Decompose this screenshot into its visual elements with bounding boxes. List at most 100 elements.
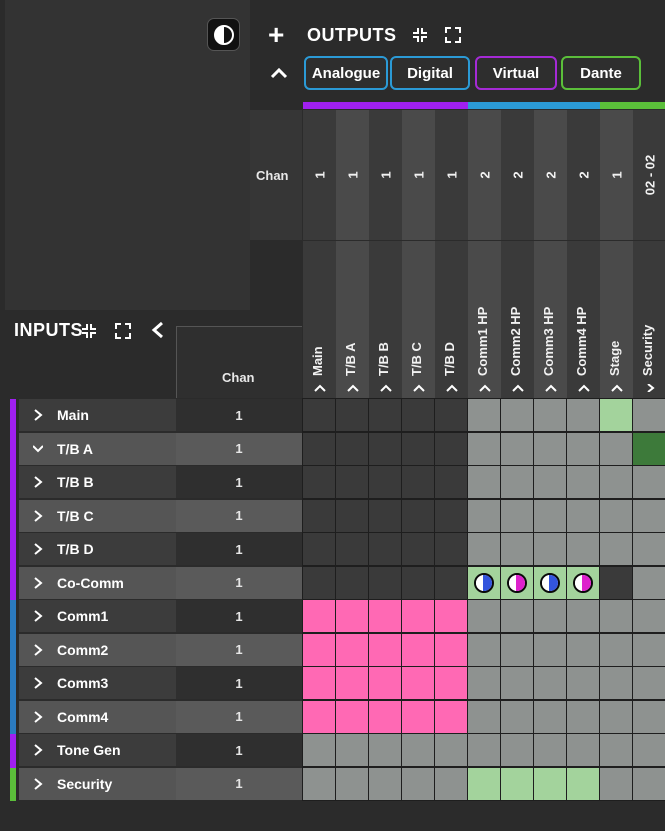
chevron-right-icon[interactable]: [33, 543, 43, 555]
crosspoint-cell[interactable]: [336, 667, 368, 699]
crosspoint-cell[interactable]: [567, 633, 599, 666]
chevron-left-icon[interactable]: [148, 319, 168, 341]
crosspoint-cell[interactable]: [435, 566, 467, 599]
crosspoint-cell[interactable]: [336, 533, 368, 565]
crosspoint-cell[interactable]: [402, 533, 434, 565]
crosspoint-cell[interactable]: [435, 633, 467, 666]
crosspoint-cell[interactable]: [534, 600, 566, 632]
input-row-name[interactable]: T/B D: [19, 533, 176, 565]
crosspoint-cell[interactable]: [501, 667, 533, 699]
crosspoint-cell[interactable]: [567, 767, 599, 800]
crosspoint-cell[interactable]: [501, 600, 533, 632]
crosspoint-cell[interactable]: [501, 734, 533, 766]
crosspoint-cell[interactable]: [534, 499, 566, 532]
crosspoint-cell[interactable]: [567, 466, 599, 498]
crosspoint-cell[interactable]: [303, 533, 335, 565]
crosspoint-cell[interactable]: [468, 734, 500, 766]
crosspoint-cell[interactable]: [468, 499, 500, 532]
crosspoint-cell[interactable]: [336, 399, 368, 431]
crosspoint-cell[interactable]: [600, 600, 632, 632]
crosspoint-cell[interactable]: [633, 499, 665, 532]
crosspoint-cell[interactable]: [402, 399, 434, 431]
crosspoint-cell[interactable]: [567, 667, 599, 699]
tab-dante[interactable]: Dante: [561, 56, 641, 90]
crosspoint-cell[interactable]: [303, 767, 335, 800]
crosspoint-cell[interactable]: [501, 466, 533, 498]
crosspoint-cell[interactable]: [633, 600, 665, 632]
crosspoint-cell[interactable]: [402, 667, 434, 699]
crosspoint-cell[interactable]: [435, 499, 467, 532]
chevron-up-icon[interactable]: [445, 384, 458, 392]
crosspoint-cell[interactable]: [402, 600, 434, 632]
chevron-up-icon[interactable]: [313, 384, 326, 392]
chevron-right-icon[interactable]: [33, 677, 43, 689]
crosspoint-cell[interactable]: [501, 566, 533, 599]
crosspoint-cell[interactable]: [600, 566, 632, 599]
crosspoint-cell[interactable]: [336, 600, 368, 632]
crosspoint-cell[interactable]: [633, 566, 665, 599]
crosspoint-cell[interactable]: [435, 533, 467, 565]
crosspoint-cell[interactable]: [369, 600, 401, 632]
chevron-right-icon[interactable]: [33, 643, 43, 656]
crosspoint-cell[interactable]: [567, 533, 599, 565]
crosspoint-cell[interactable]: [336, 466, 368, 498]
input-row-name[interactable]: Tone Gen: [19, 734, 176, 766]
crosspoint-cell[interactable]: [633, 633, 665, 666]
crosspoint-cell[interactable]: [435, 700, 467, 733]
crosspoint-cell[interactable]: [600, 734, 632, 766]
crosspoint-cell[interactable]: [336, 499, 368, 532]
output-column-header[interactable]: Main: [303, 241, 336, 398]
shrink-icon[interactable]: [80, 322, 98, 340]
crosspoint-cell[interactable]: [303, 499, 335, 532]
chevron-right-icon[interactable]: [33, 610, 43, 622]
crosspoint-cell[interactable]: [435, 399, 467, 431]
output-column-header[interactable]: Comm2 HP: [501, 241, 534, 398]
crosspoint-cell[interactable]: [633, 700, 665, 733]
tab-analogue[interactable]: Analogue: [304, 56, 388, 90]
chevron-right-icon[interactable]: [33, 509, 43, 522]
crosspoint-cell[interactable]: [600, 432, 632, 465]
crosspoint-cell[interactable]: [369, 566, 401, 599]
crosspoint-cell[interactable]: [336, 566, 368, 599]
crosspoint-cell[interactable]: [468, 466, 500, 498]
crosspoint-cell[interactable]: [633, 533, 665, 565]
expand-icon[interactable]: [114, 322, 132, 340]
crosspoint-cell[interactable]: [402, 734, 434, 766]
crosspoint-cell[interactable]: [501, 700, 533, 733]
chevron-right-icon[interactable]: [33, 777, 43, 790]
crosspoint-cell[interactable]: [336, 734, 368, 766]
crosspoint-cell[interactable]: [303, 600, 335, 632]
crosspoint-cell[interactable]: [468, 432, 500, 465]
crosspoint-cell[interactable]: [303, 667, 335, 699]
chevron-up-icon[interactable]: [478, 384, 491, 392]
output-column-header[interactable]: T/B A: [336, 241, 369, 398]
crosspoint-cell[interactable]: [435, 600, 467, 632]
crosspoint-cell[interactable]: [600, 533, 632, 565]
expand-icon[interactable]: [444, 26, 462, 44]
crosspoint-cell[interactable]: [402, 566, 434, 599]
crosspoint-cell[interactable]: [303, 466, 335, 498]
output-column-header[interactable]: Comm4 HP: [567, 241, 600, 398]
input-row-name[interactable]: T/B A: [19, 432, 176, 465]
crosspoint-cell[interactable]: [567, 600, 599, 632]
chevron-right-icon[interactable]: [644, 384, 656, 392]
input-row-name[interactable]: Comm1: [19, 600, 176, 632]
crosspoint-cell[interactable]: [600, 700, 632, 733]
crosspoint-cell[interactable]: [567, 566, 599, 599]
output-column-header[interactable]: Security: [633, 241, 665, 398]
output-column-header[interactable]: Comm3 HP: [534, 241, 567, 398]
crosspoint-cell[interactable]: [402, 767, 434, 800]
chevron-right-icon[interactable]: [33, 409, 43, 421]
chevron-up-icon[interactable]: [379, 384, 392, 392]
input-row-name[interactable]: Comm4: [19, 700, 176, 733]
crosspoint-cell[interactable]: [435, 767, 467, 800]
crosspoint-cell[interactable]: [435, 667, 467, 699]
output-column-header[interactable]: Comm1 HP: [468, 241, 501, 398]
crosspoint-cell[interactable]: [633, 734, 665, 766]
crosspoint-cell[interactable]: [567, 734, 599, 766]
crosspoint-cell[interactable]: [336, 767, 368, 800]
output-column-header[interactable]: T/B B: [369, 241, 402, 398]
crosspoint-cell[interactable]: [468, 566, 500, 599]
crosspoint-cell[interactable]: [468, 667, 500, 699]
crosspoint-cell[interactable]: [303, 734, 335, 766]
